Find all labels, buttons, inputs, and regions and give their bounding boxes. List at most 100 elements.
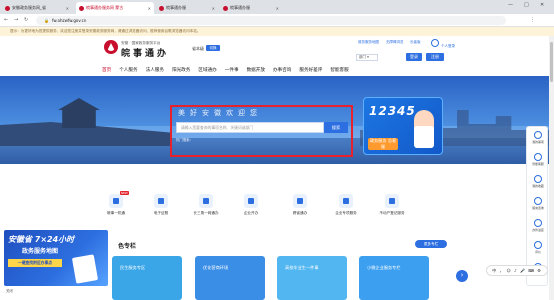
float-item[interactable]: 智能客服 xyxy=(527,153,549,166)
service-item[interactable]: 长三角一网通办 xyxy=(186,194,226,216)
feature-card[interactable]: 小微企业服务专栏 xyxy=(359,256,429,300)
card-title: 优化营商环境 xyxy=(203,265,229,270)
ad-close-link[interactable]: 关闭 xyxy=(6,288,13,293)
browser-tab[interactable]: 皖事通办服 ✕ xyxy=(220,2,282,14)
nav-item[interactable]: 智能客服 xyxy=(326,67,352,73)
feature-card[interactable]: 优化营商环境 xyxy=(195,256,265,300)
tab-title: 皖事通办服务网 蒙古 xyxy=(86,5,124,10)
service-label: 不动产登记服务 xyxy=(379,211,405,215)
service-item[interactable]: 不动产登记服务 xyxy=(372,194,412,216)
close-tab-icon[interactable]: ✕ xyxy=(212,6,215,11)
phone-illustration xyxy=(71,254,99,284)
menu-icon[interactable]: ⋮ xyxy=(530,17,535,23)
float-item-label: 我的收藏 xyxy=(532,184,544,188)
feature-card[interactable]: 民生服务专区 xyxy=(112,256,182,300)
new-badge: NEW xyxy=(120,191,129,195)
url-field[interactable]: 🔒 fw.ahzwfw.gov.cn xyxy=(36,16,506,25)
nav-item[interactable]: 数据开放 xyxy=(243,67,269,73)
service-item[interactable]: 电子证照 xyxy=(141,194,181,216)
service-label: 皖事一机通 xyxy=(107,211,125,215)
service-label: 电子证照 xyxy=(153,211,169,215)
browser-tab[interactable]: 安徽政务服务网_省 ✕ xyxy=(2,2,72,14)
hotline-number: 12345 xyxy=(369,104,416,118)
close-window-icon[interactable]: ✕ xyxy=(540,2,544,8)
nav-item-home[interactable]: 首页 xyxy=(98,67,115,73)
scrollbar[interactable] xyxy=(549,36,554,300)
switch-region-button[interactable]: 切换 xyxy=(206,45,220,51)
float-item[interactable]: 留言咨询 xyxy=(527,197,549,210)
feature-card[interactable]: 高校毕业生一件事 xyxy=(277,256,347,300)
tab-title: 皖事通办服 xyxy=(230,5,250,10)
tab-title: 安徽政务服务网_省 xyxy=(12,5,46,10)
address-bar-row: ← → ↻ 🔒 fw.ahzwfw.gov.cn ⋮ xyxy=(0,14,554,27)
back-icon[interactable]: ← xyxy=(4,17,8,23)
service-item[interactable]: 企业专项服务 xyxy=(326,194,366,216)
logo-title[interactable]: 皖事通办 xyxy=(121,46,169,59)
site-header xyxy=(0,36,554,64)
floating-ad[interactable]: 安徽省 7×24小时 政务服务地图 一键查找附近办事点 xyxy=(4,230,108,286)
minimize-icon[interactable]: — xyxy=(508,2,513,8)
nav-item[interactable]: 服务好差评 xyxy=(295,67,326,73)
site-favicon-icon xyxy=(159,5,164,11)
nav-item[interactable]: 阳光政务 xyxy=(168,67,194,73)
card-title: 小微企业服务专栏 xyxy=(367,265,401,270)
scrollbar-thumb[interactable] xyxy=(550,42,553,82)
region-label: 省本级 xyxy=(192,46,204,51)
close-tab-icon[interactable]: ✕ xyxy=(148,6,151,11)
float-item[interactable]: 我的事项 xyxy=(527,131,549,144)
input-method-toolbar[interactable]: 中 ， ☺ ♪ 🎤 ⌨ ⚙ xyxy=(486,265,548,276)
float-item-icon xyxy=(534,219,542,227)
url-text: fw.ahzwfw.gov.cn xyxy=(51,18,87,23)
ad-headline: 安徽省 7×24小时 xyxy=(8,235,75,244)
header-link[interactable]: 政务服务地图 xyxy=(358,40,379,45)
site-favicon-icon xyxy=(5,5,10,11)
float-item-label: 留言咨询 xyxy=(532,206,544,210)
nav-item[interactable]: 个人服务 xyxy=(115,67,141,73)
ad-headline-2: 政务服务地图 xyxy=(22,248,59,255)
close-tab-icon[interactable]: ✕ xyxy=(66,6,69,11)
site-logo-icon[interactable] xyxy=(104,40,118,54)
nav-item[interactable]: 一件事 xyxy=(221,67,243,73)
site-favicon-icon xyxy=(223,5,228,11)
float-item-icon xyxy=(534,241,542,249)
float-item[interactable]: 我的收藏 xyxy=(527,175,549,188)
site-favicon-icon xyxy=(79,5,84,11)
float-item-label: 评价 xyxy=(535,250,541,254)
service-label: 企业开办 xyxy=(243,211,259,215)
header-link[interactable]: 长者版 xyxy=(410,40,421,45)
float-item-icon xyxy=(534,131,542,139)
hotline-promo-card[interactable]: 12345 政务服务 总客服 xyxy=(363,97,443,155)
header-link[interactable]: 无障碍浏览 xyxy=(386,40,404,45)
nav-item[interactable]: 区域通办 xyxy=(194,67,220,73)
personal-login-link[interactable]: 个人登录 xyxy=(441,44,455,49)
card-title: 高校毕业生一件事 xyxy=(285,265,319,270)
lock-icon: 🔒 xyxy=(44,18,49,23)
service-item[interactable]: NEW 皖事一机通 xyxy=(96,191,136,216)
register-button[interactable]: 注册 xyxy=(426,53,444,61)
department-select[interactable]: 部门 ▾ xyxy=(356,54,378,61)
nav-item[interactable]: 法人服务 xyxy=(142,67,168,73)
float-item[interactable]: 评价 xyxy=(527,241,549,254)
notice-banner: 提示：为更好地为您提供服务，欢迎您注册并登录安徽政务服务网，请通过浏览器访问，推… xyxy=(0,27,554,36)
highlight-box xyxy=(170,105,353,157)
more-columns-button[interactable]: 更多专栏 xyxy=(415,240,447,248)
service-item[interactable]: 跨省通办 xyxy=(280,194,320,216)
service-item[interactable]: 企业开办 xyxy=(231,194,271,216)
browser-tab-active[interactable]: 皖事通办服务网 蒙古 ✕ xyxy=(76,2,154,14)
maximize-icon[interactable]: □ xyxy=(524,2,529,8)
nav-item[interactable]: 办事咨询 xyxy=(269,67,295,73)
section-title: 色专栏 xyxy=(118,243,137,250)
card-title: 民生服务专区 xyxy=(120,265,146,270)
float-item[interactable]: 办件进度 xyxy=(527,219,549,232)
user-icon[interactable] xyxy=(431,39,439,47)
close-tab-icon[interactable]: ✕ xyxy=(276,6,279,11)
browser-tab-bar: 安徽政务服务网_省 ✕ 皖事通办服务网 蒙古 ✕ 皖事通办服 ✕ 皖事通办服 ✕… xyxy=(0,0,554,14)
float-item-label: 智能客服 xyxy=(532,162,544,166)
service-icon xyxy=(109,194,123,208)
float-item-icon xyxy=(534,197,542,205)
next-arrow-icon[interactable]: › xyxy=(456,270,468,282)
browser-tab[interactable]: 皖事通办服 ✕ xyxy=(156,2,218,14)
login-button[interactable]: 登录 xyxy=(406,53,422,61)
forward-icon[interactable]: → xyxy=(14,17,18,23)
reload-icon[interactable]: ↻ xyxy=(24,17,28,23)
